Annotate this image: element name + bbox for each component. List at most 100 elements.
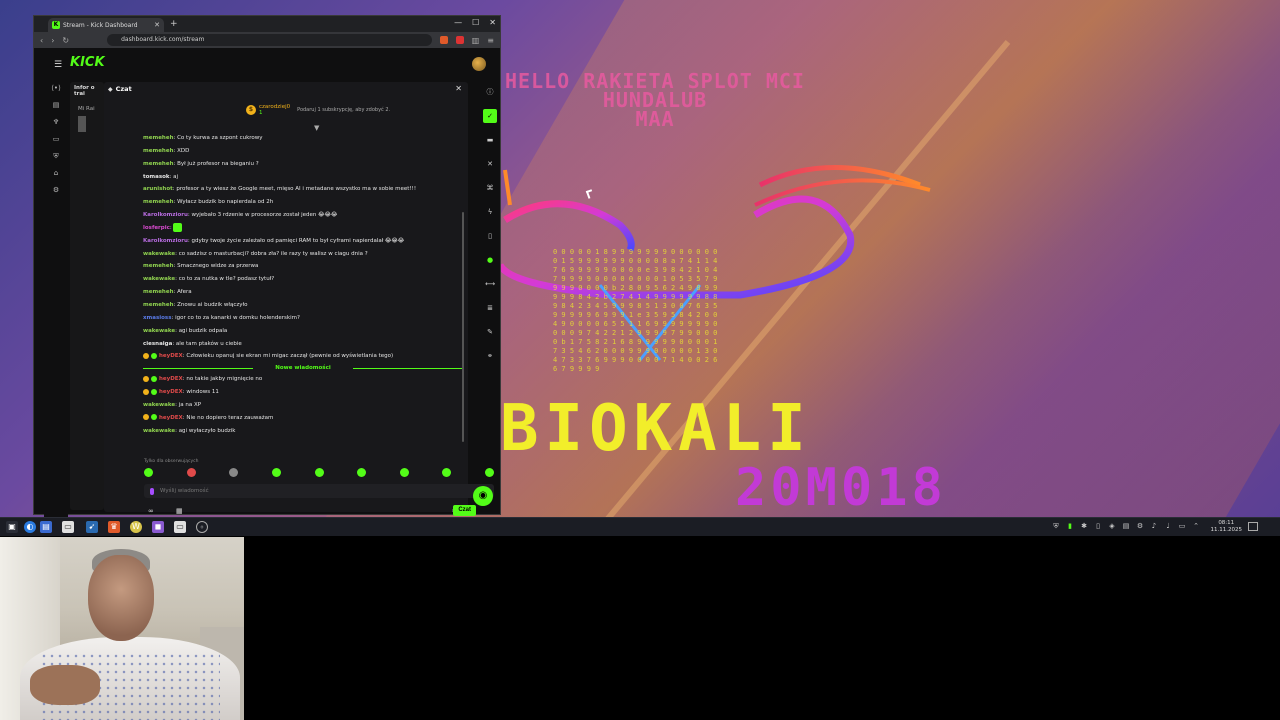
go-live-button[interactable]: ◉ [473, 486, 493, 506]
brave-browser-icon[interactable]: ♛ [108, 521, 120, 533]
chat-message[interactable]: memeheh: Był już profesor na bieganiu ? [143, 158, 464, 171]
new-tab-button[interactable]: + [170, 19, 178, 29]
chat-username[interactable]: arunishot [143, 186, 173, 192]
chat-username[interactable]: losferpic [143, 225, 170, 231]
sidebar-toggle-icon[interactable]: ▥ [472, 36, 480, 45]
app-w-icon[interactable]: W [130, 521, 142, 533]
tray-bluetooth-icon[interactable]: ✱ [1080, 522, 1088, 530]
close-panel-icon[interactable]: ✕ [480, 152, 500, 176]
chat-message[interactable]: wakewake: agi wyłaczyło budzik [143, 425, 464, 438]
emote-icon[interactable] [399, 468, 409, 477]
chat-message[interactable]: xmasioss: igor co to za kanarki w domku … [143, 312, 464, 325]
chat-message[interactable]: memeheh: Co ty kurwa za szpont cukrowy [143, 132, 464, 145]
chat-username[interactable]: heyDEX [159, 376, 183, 382]
emote-icon[interactable] [442, 468, 452, 477]
chat-message[interactable]: heyDEX: Człowieku opanuj sie ekran mi mi… [143, 350, 464, 363]
phone-icon[interactable]: ▯ [480, 224, 500, 248]
settings-app-icon[interactable]: ◦ [196, 521, 208, 533]
minimize-icon[interactable]: — [454, 18, 462, 27]
chat-input[interactable]: Wyślij wiadomość [144, 484, 494, 498]
chat-message[interactable]: heyDEX: Nie no dopiero teraz zauważam [143, 412, 464, 425]
start-menu-icon[interactable]: ▣ [6, 521, 18, 533]
emote-icon[interactable] [271, 468, 281, 477]
chat-message[interactable]: ciesnaiga: ale tam ptaków u ciebie [143, 338, 464, 351]
stream-thumbnail[interactable] [78, 116, 86, 132]
maximize-icon[interactable]: ☐ [472, 18, 479, 27]
chat-input-placeholder[interactable]: Wyślij wiadomość [160, 488, 476, 494]
chat-message[interactable]: memeheh: Afera [143, 286, 464, 299]
chat-send-button[interactable]: Czat [453, 505, 476, 516]
emote-icon[interactable] [314, 468, 324, 477]
chat-message[interactable]: Karolkomzioru: gdyby twoje życie zależał… [143, 235, 464, 248]
chat-username[interactable]: memeheh [143, 289, 173, 295]
chat-message[interactable]: tomasok: aj [143, 171, 464, 184]
close-chat-icon[interactable]: ✕ [455, 84, 462, 93]
bird-app-icon[interactable]: ➹ [86, 521, 98, 533]
hamburger-menu-icon[interactable]: ☰ [54, 60, 62, 70]
check-icon[interactable]: ✓ [483, 109, 497, 123]
kick-logo[interactable]: KICK [70, 55, 105, 70]
taskbar-clock[interactable]: 08:11 11.11.2025 [1211, 520, 1243, 534]
user-avatar[interactable] [472, 57, 486, 71]
trophy-icon[interactable]: ♆ [44, 114, 68, 131]
chat-username[interactable]: memeheh [143, 161, 173, 167]
calendar-icon[interactable]: ▦ [176, 507, 183, 515]
inbox-icon[interactable]: ▭ [44, 131, 68, 148]
poll-icon[interactable]: ⌘ [480, 176, 500, 200]
stream-icon[interactable]: ⟨•⟩ [44, 80, 68, 97]
browser-tab[interactable]: K Stream - Kick Dashboard ✕ [48, 18, 164, 32]
queue-icon[interactable]: ≣ [480, 296, 500, 320]
forward-icon[interactable]: › [51, 36, 54, 45]
settings-icon[interactable]: ⚙ [44, 182, 68, 199]
chat-message[interactable]: memeheh: XDD [143, 145, 464, 158]
lightning-icon[interactable]: ϟ [480, 200, 500, 224]
back-icon[interactable]: ‹ [40, 36, 43, 45]
chat-username[interactable]: wakewake [143, 251, 175, 257]
chat-username[interactable]: memeheh [143, 135, 173, 141]
subscriber-banner[interactable]: $ czarodziej0 1 Podaruj 1 subskrypcję, a… [246, 104, 390, 116]
tray-shield-icon[interactable]: ⛨ [1052, 522, 1060, 530]
info-icon[interactable]: ⓘ [480, 80, 500, 104]
extension-icon[interactable] [455, 36, 464, 44]
infinity-toggle[interactable]: ∞ [148, 507, 154, 515]
emote-icon[interactable] [229, 468, 239, 477]
wrench-icon[interactable]: ✎ [480, 320, 500, 344]
chat-username[interactable]: wakewake [143, 402, 175, 408]
chat-message[interactable]: losferpic: [143, 222, 464, 235]
layout-icon[interactable]: ▬ [480, 128, 500, 152]
folder-icon[interactable]: ▭ [174, 521, 186, 533]
pinned-arrow-icon[interactable]: ▼ [314, 124, 319, 132]
chat-icon[interactable]: ● [480, 248, 500, 272]
close-tab-icon[interactable]: ✕ [154, 21, 160, 29]
close-window-icon[interactable]: ✕ [489, 18, 496, 27]
chat-username[interactable]: memeheh [143, 199, 173, 205]
reload-icon[interactable]: ↻ [62, 36, 69, 45]
chat-username[interactable]: Karolkomzioru [143, 212, 188, 218]
chat-username[interactable]: xmasioss [143, 315, 171, 321]
browser-launcher-icon[interactable]: ◐ [24, 521, 36, 533]
chat-username[interactable]: heyDEX [159, 415, 183, 421]
shield-icon[interactable]: ⛨ [44, 148, 68, 165]
chat-username[interactable]: heyDEX [159, 353, 183, 359]
tag-icon[interactable]: ⌂ [44, 165, 68, 182]
emote-icon[interactable] [144, 468, 153, 477]
chat-scrollbar[interactable] [462, 212, 464, 442]
tray-clipboard-icon[interactable]: ▯ [1094, 522, 1102, 530]
brave-shield-icon[interactable] [439, 36, 448, 44]
desktop-switch-icon[interactable]: ▤ [40, 521, 52, 533]
chat-message[interactable]: wakewake: co sadzisz o masturbacji? dobr… [143, 248, 464, 261]
chat-username[interactable]: wakewake [143, 328, 175, 334]
mic-icon[interactable] [150, 487, 154, 495]
chat-message[interactable]: heyDEX: no takie jakby mignięcie no [143, 373, 464, 386]
tray-network-icon[interactable]: ▮ [1066, 522, 1074, 530]
tray-update-icon[interactable]: ◈ [1108, 522, 1116, 530]
emote-icon[interactable] [186, 468, 196, 477]
chat-username[interactable]: heyDEX [159, 389, 183, 395]
chat-username[interactable]: wakewake [143, 428, 175, 434]
chat-username[interactable]: wakewake [143, 276, 175, 282]
chat-username[interactable]: memeheh [143, 263, 173, 269]
tray-chevron-icon[interactable]: ⌃ [1192, 522, 1200, 530]
url-field[interactable]: dashboard.kick.com/stream [107, 34, 432, 46]
chat-message[interactable]: Karolkomzioru: wyjebało 3 rdzenie w proc… [143, 209, 464, 222]
emote-icon[interactable] [357, 468, 367, 477]
